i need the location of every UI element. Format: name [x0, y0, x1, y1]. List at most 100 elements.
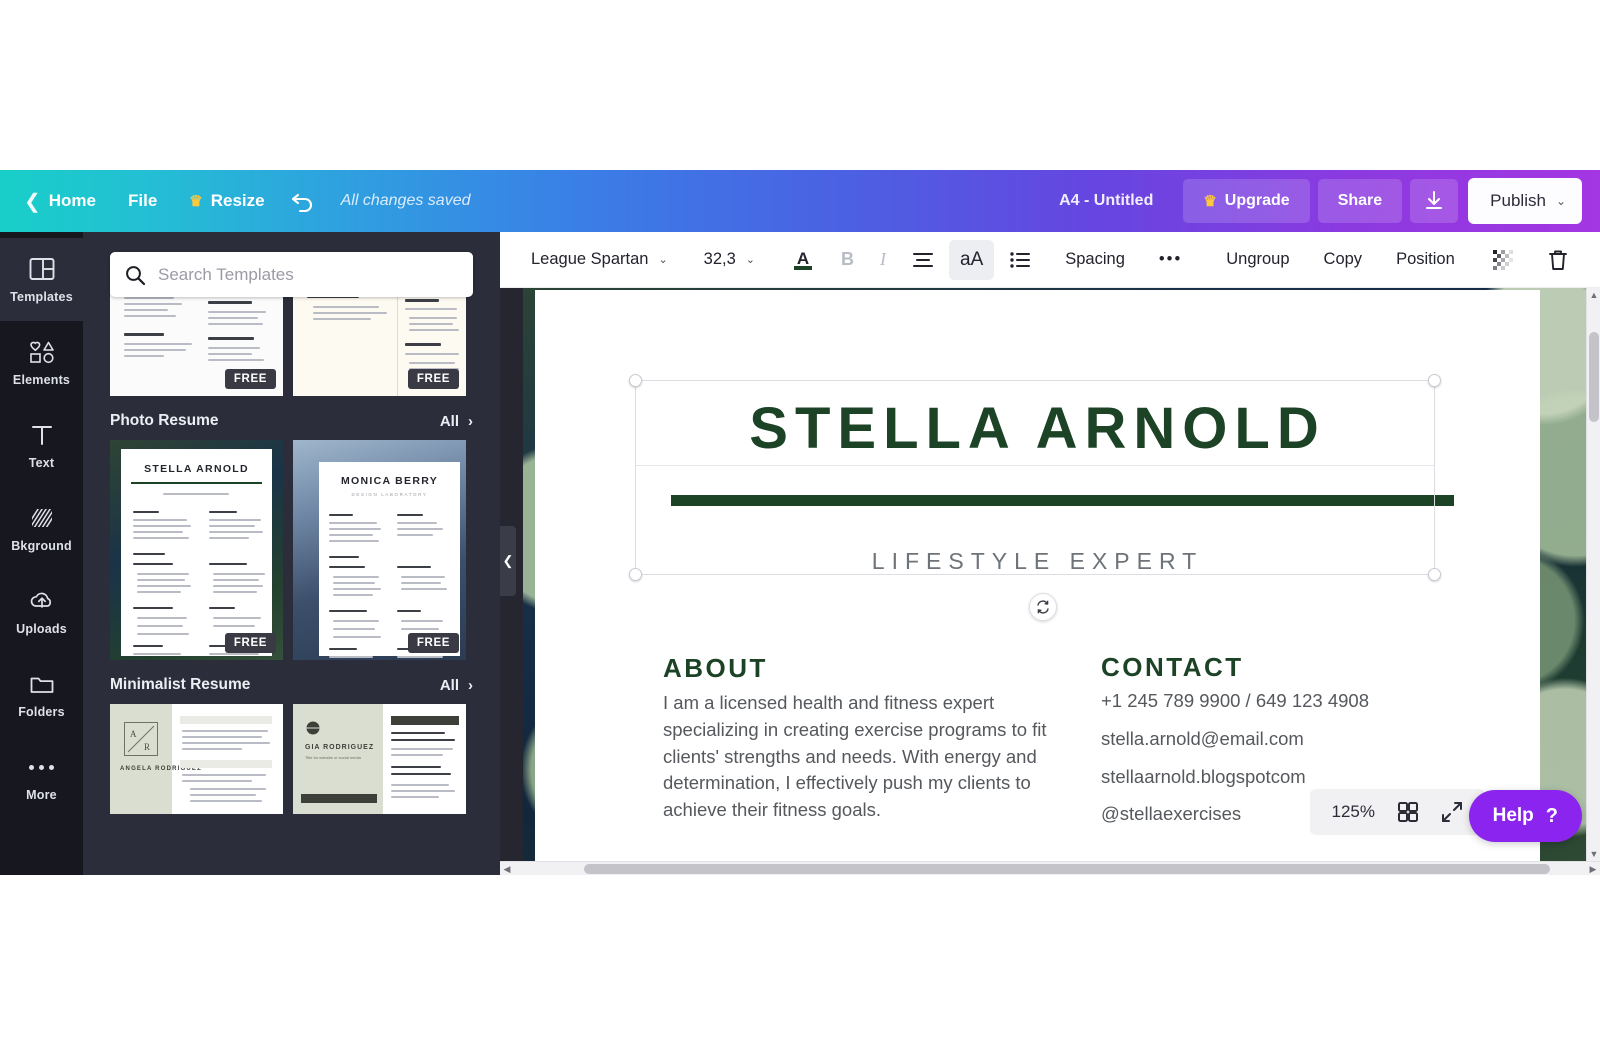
text-case-button[interactable]: aA: [949, 239, 995, 280]
resize-handle-bottom-right[interactable]: [1428, 568, 1441, 581]
top-app-bar: ❮ Home File ♛ Resize All changes saved A…: [0, 170, 1600, 232]
rotate-handle[interactable]: [1029, 593, 1057, 621]
chevron-down-icon: ⌄: [658, 254, 668, 266]
help-button[interactable]: Help ?: [1468, 790, 1582, 842]
copy-label: Copy: [1323, 250, 1363, 268]
publish-label: Publish: [1490, 191, 1546, 210]
rotate-icon: [1037, 600, 1049, 614]
template-card-angela-rodriguez[interactable]: A R ANGELA RODRIGUEZ: [110, 704, 283, 814]
template-card-gia-rodriguez[interactable]: GIA RODRIGUEZ Title for website or socia…: [293, 704, 466, 814]
free-badge: FREE: [407, 369, 459, 389]
left-sidebar-rail: Templates Elements Text Bkground Uploads…: [0, 232, 83, 875]
home-label: Home: [48, 191, 96, 210]
spacing-button[interactable]: Spacing: [1054, 240, 1136, 280]
sidebar-item-bkground[interactable]: Bkground: [0, 487, 83, 570]
resize-handle-bottom-left[interactable]: [629, 568, 642, 581]
sidebar-item-label: Elements: [12, 373, 71, 387]
transparency-button[interactable]: [1480, 240, 1526, 280]
copy-button[interactable]: Copy: [1313, 240, 1374, 280]
more-dots-icon: [29, 753, 54, 781]
sidebar-item-elements[interactable]: Elements: [0, 321, 83, 404]
italic-button[interactable]: I: [869, 240, 897, 280]
folder-icon: [30, 677, 53, 693]
design-stage[interactable]: STELLA ARNOLD LIFESTYLE EXPERT ABOUT I a…: [500, 288, 1600, 875]
font-size-value: 32,3: [703, 250, 736, 268]
undo-button[interactable]: [281, 170, 327, 232]
collapse-panel-button[interactable]: ❮: [500, 526, 516, 596]
file-menu-button[interactable]: File: [112, 170, 173, 232]
bold-label: B: [841, 249, 854, 269]
canva-editor-window: ❮ Home File ♛ Resize All changes saved A…: [0, 170, 1600, 875]
font-family-value: League Spartan: [531, 250, 649, 268]
free-badge: FREE: [224, 369, 276, 389]
grid-view-button[interactable]: [1397, 801, 1419, 823]
publish-button[interactable]: Publish ⌄: [1468, 178, 1582, 224]
about-heading[interactable]: ABOUT: [663, 653, 768, 684]
section-header-photo-resume: Photo Resume All ›: [83, 412, 500, 430]
templates-scroll-region[interactable]: FREE FREE Photo Resume All › STELLA ARNO…: [83, 232, 500, 875]
design-page[interactable]: STELLA ARNOLD LIFESTYLE EXPERT ABOUT I a…: [535, 290, 1540, 861]
scroll-right-arrow[interactable]: ▶: [1586, 862, 1600, 875]
template-row-minimalist-resume: A R ANGELA RODRIGUEZ GIA RODRIGUEZ Title…: [83, 704, 500, 814]
vertical-scrollbar-thumb[interactable]: [1589, 332, 1599, 422]
share-button[interactable]: Share: [1317, 179, 1403, 223]
home-button[interactable]: ❮ Home: [0, 170, 112, 232]
font-family-selector[interactable]: League Spartan ⌄: [520, 240, 679, 280]
sidebar-item-text[interactable]: Text: [0, 404, 83, 487]
fullscreen-button[interactable]: [1441, 801, 1463, 823]
upgrade-button[interactable]: ♛ Upgrade: [1183, 179, 1310, 223]
sidebar-item-uploads[interactable]: Uploads: [0, 570, 83, 653]
resize-button[interactable]: ♛ Resize: [173, 170, 280, 232]
section-all-link[interactable]: All ›: [440, 413, 473, 430]
search-input[interactable]: [158, 264, 458, 285]
section-all-link[interactable]: All ›: [440, 677, 473, 694]
template-thumbnail-detail: [110, 704, 283, 814]
scroll-down-arrow[interactable]: ▼: [1587, 847, 1600, 861]
template-card-stella-arnold[interactable]: STELLA ARNOLD FREE: [110, 440, 283, 660]
sidebar-item-label: Folders: [18, 705, 65, 719]
scroll-up-arrow[interactable]: ▲: [1587, 288, 1600, 302]
selection-bounding-box[interactable]: [629, 374, 1441, 581]
zoom-level-label[interactable]: 125%: [1332, 802, 1375, 822]
contact-heading[interactable]: CONTACT: [1101, 652, 1244, 683]
free-badge: FREE: [407, 633, 459, 653]
search-icon: [126, 265, 146, 285]
position-label: Position: [1396, 250, 1455, 268]
crown-icon: ♛: [1203, 192, 1217, 210]
contact-line-website[interactable]: stellaarnold.blogspotcom: [1101, 764, 1501, 791]
crown-icon: ♛: [189, 192, 203, 210]
spacing-label: Spacing: [1065, 250, 1125, 268]
sidebar-item-templates[interactable]: Templates: [0, 238, 83, 321]
resize-handle-top-right[interactable]: [1428, 374, 1441, 387]
contact-line-email[interactable]: stella.arnold@email.com: [1101, 726, 1501, 753]
position-button[interactable]: Position: [1385, 240, 1466, 280]
font-size-selector[interactable]: 32,3 ⌄: [693, 240, 766, 280]
sidebar-item-folders[interactable]: Folders: [0, 653, 83, 736]
vertical-scrollbar[interactable]: ▲ ▼: [1586, 288, 1600, 861]
share-label: Share: [1337, 192, 1383, 209]
free-badge: FREE: [224, 633, 276, 653]
contact-line-phone[interactable]: +1 245 789 9900 / 649 123 4908: [1101, 688, 1501, 715]
bold-button[interactable]: B: [830, 240, 865, 280]
bullet-list-button[interactable]: [998, 240, 1042, 280]
chevron-down-icon: ⌄: [1555, 194, 1566, 208]
search-templates-box[interactable]: [110, 252, 473, 297]
text-color-button[interactable]: A: [780, 240, 826, 280]
download-button[interactable]: [1410, 179, 1459, 223]
chevron-left-icon: ❮: [502, 553, 514, 568]
scroll-left-arrow[interactable]: ◀: [500, 862, 514, 875]
delete-button[interactable]: [1536, 240, 1580, 280]
align-icon: [913, 252, 933, 267]
ungroup-button[interactable]: Ungroup: [1215, 240, 1300, 280]
horizontal-scrollbar[interactable]: ◀ ▶: [500, 861, 1600, 875]
chevron-right-icon: ›: [468, 412, 473, 430]
horizontal-scrollbar-thumb[interactable]: [584, 864, 1550, 874]
about-body-text[interactable]: I am a licensed health and fitness exper…: [663, 690, 1053, 824]
document-title[interactable]: A4 - Untitled: [1037, 192, 1175, 210]
text-align-button[interactable]: [901, 240, 945, 280]
template-card-monica-berry[interactable]: MONICA BERRY DESIGN LABORATORY FREE: [293, 440, 466, 660]
resize-handle-top-left[interactable]: [629, 374, 642, 387]
templates-icon: [29, 258, 54, 280]
sidebar-item-more[interactable]: More: [0, 736, 83, 819]
more-options-button[interactable]: •••: [1148, 240, 1193, 280]
